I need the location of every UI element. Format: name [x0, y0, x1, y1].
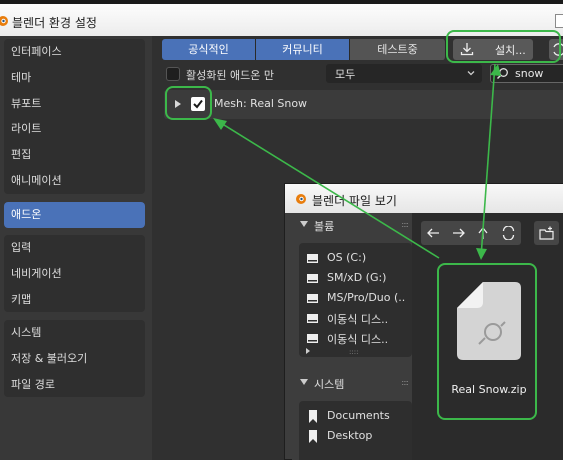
tutorial-arrows [213, 63, 501, 260]
